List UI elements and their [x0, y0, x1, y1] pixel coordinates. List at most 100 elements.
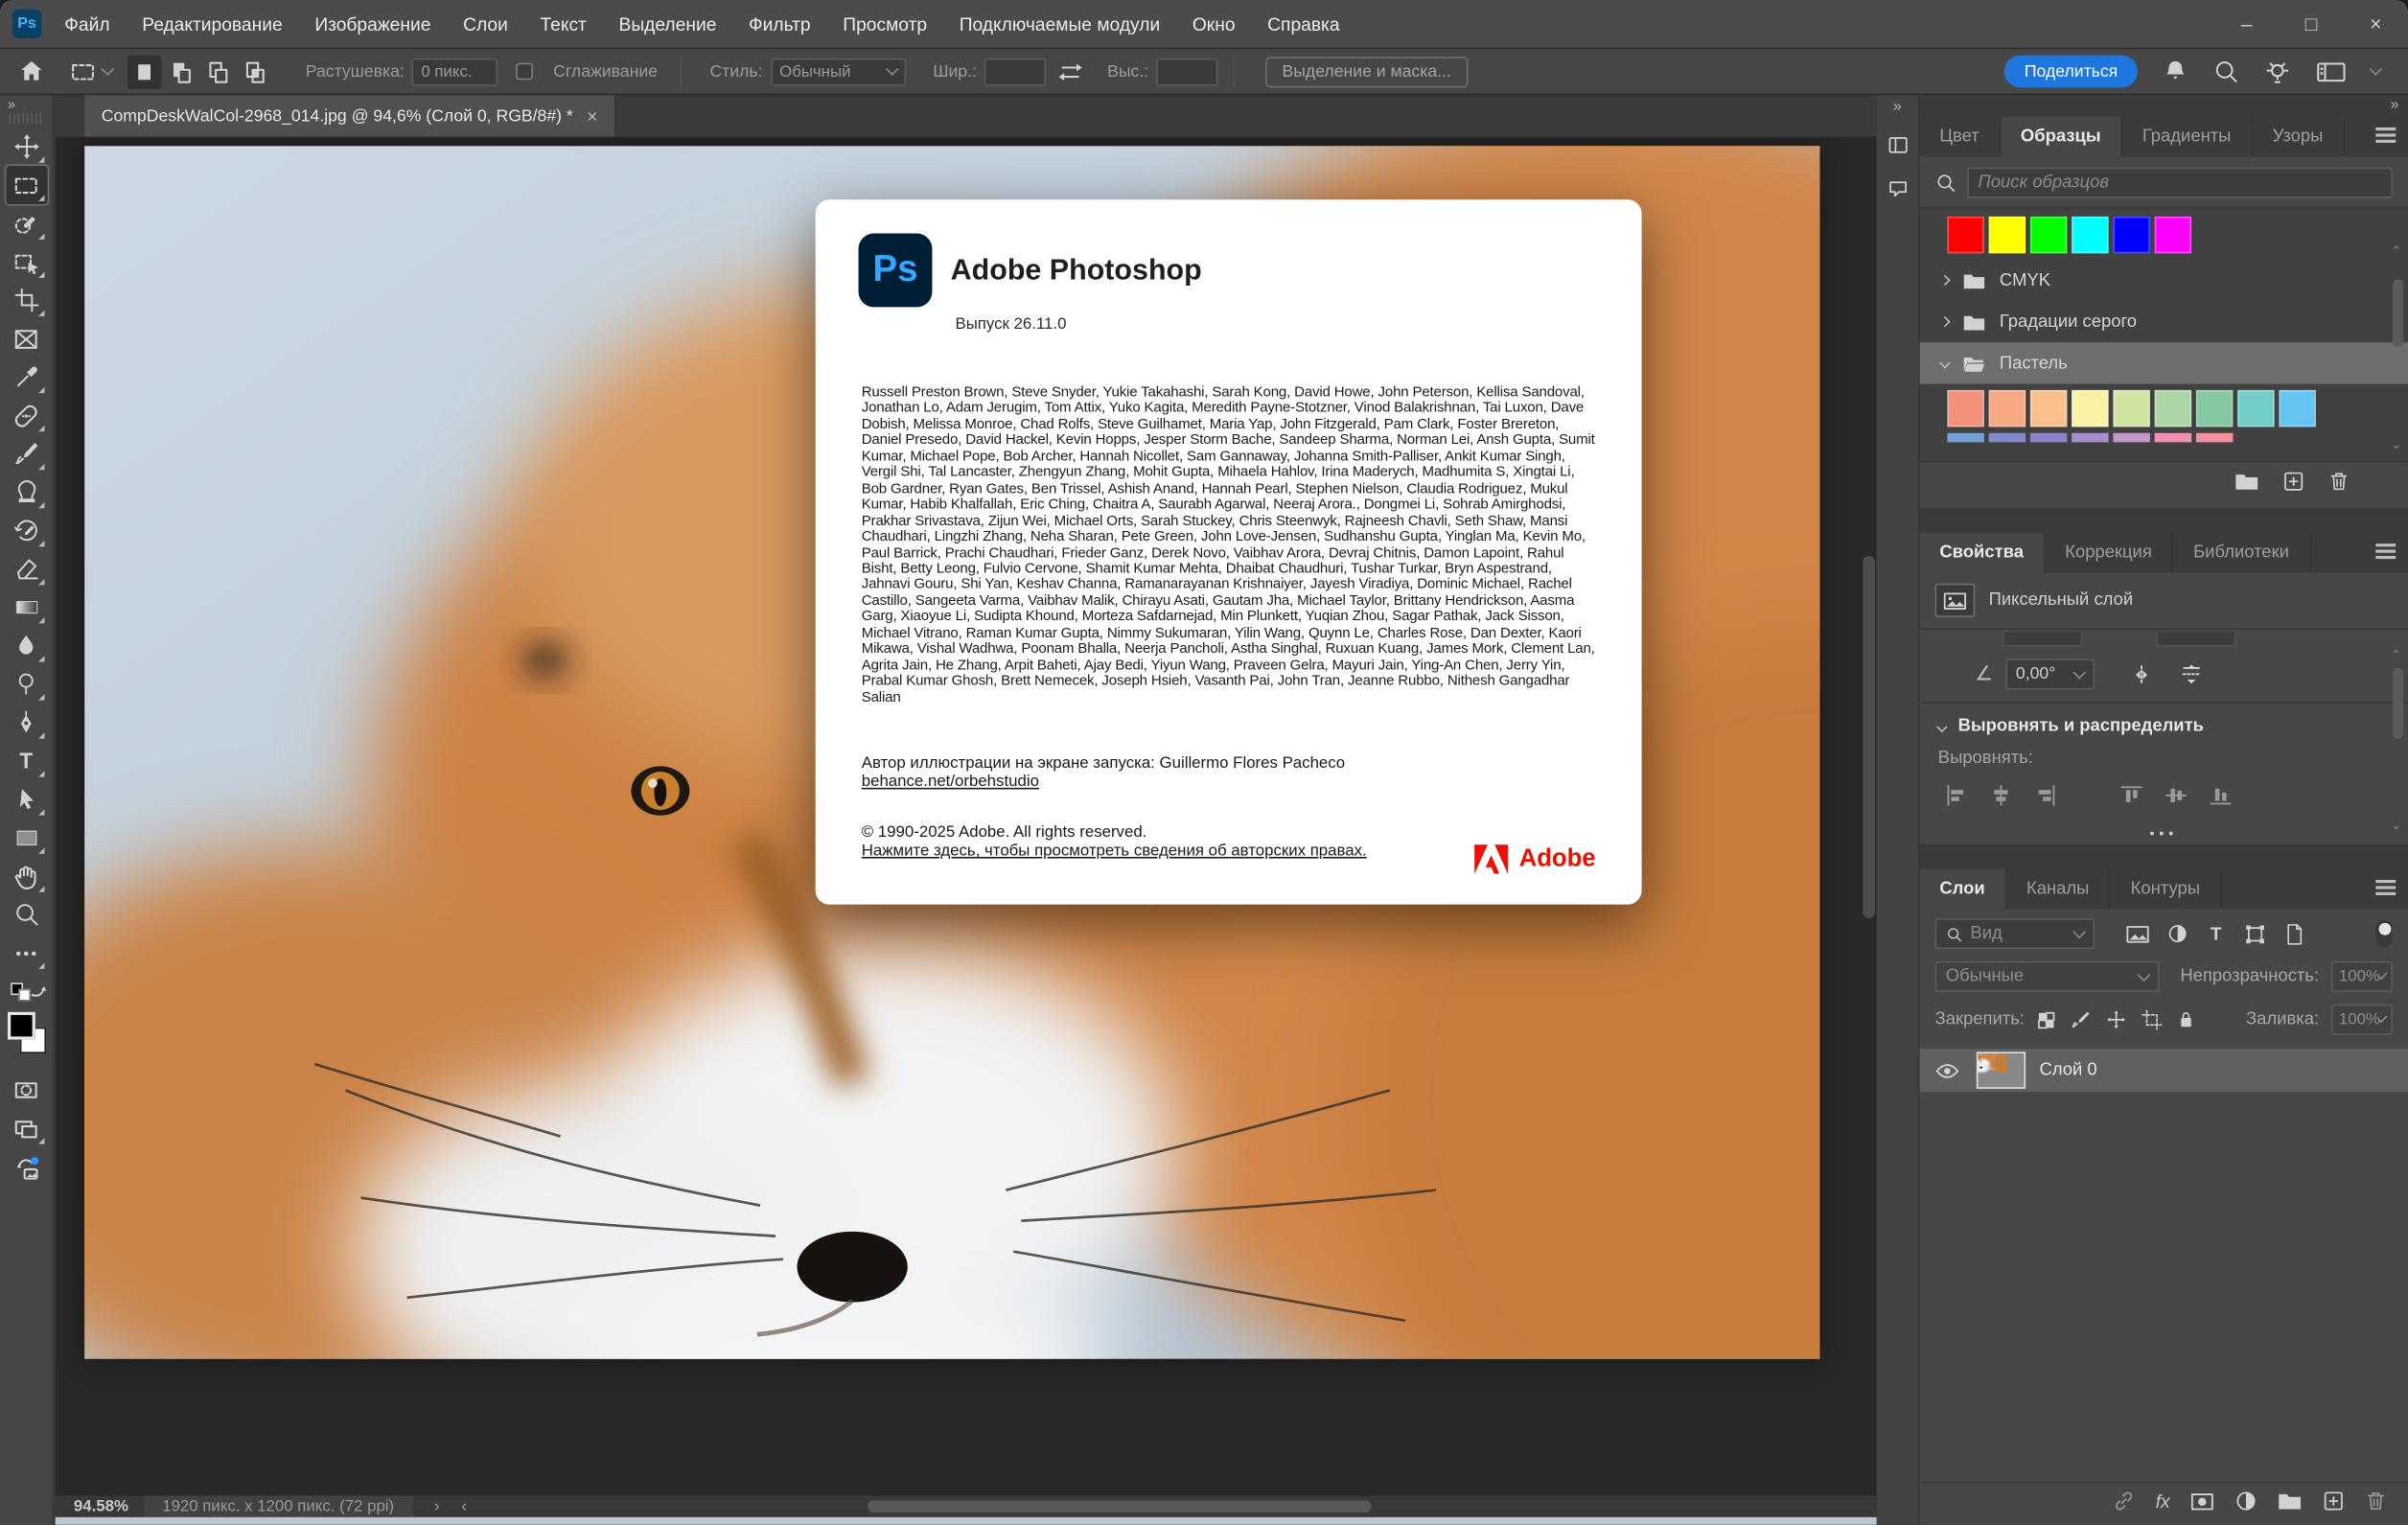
tab-gradients[interactable]: Градиенты	[2122, 117, 2253, 157]
color-swatch[interactable]	[2237, 390, 2274, 427]
opacity-input[interactable]: 100%	[2331, 961, 2393, 992]
color-swatch-partial[interactable]	[2113, 433, 2149, 443]
swap-dimensions-button[interactable]	[1052, 53, 1088, 89]
horizontal-scrollbar-thumb[interactable]	[868, 1500, 1371, 1513]
crop-tool[interactable]	[6, 281, 47, 319]
selection-brush-tool[interactable]	[6, 204, 47, 243]
menu-item[interactable]: Файл	[64, 13, 109, 35]
tab-color[interactable]: Цвет	[1920, 117, 2002, 157]
notifications-bell-icon[interactable]	[2163, 58, 2188, 84]
close-button[interactable]: ×	[2344, 0, 2408, 48]
tab-swatches[interactable]: Образцы	[2001, 117, 2122, 157]
swatches-scrollbar[interactable]: ⌃ ⌄	[2390, 209, 2405, 461]
color-swatch[interactable]	[2113, 390, 2149, 427]
menu-item[interactable]: Текст	[540, 13, 586, 35]
angle-input[interactable]: 0,00°	[2005, 659, 2095, 689]
color-swatch-partial[interactable]	[2072, 433, 2108, 443]
minimize-button[interactable]: –	[2214, 0, 2279, 48]
menu-item[interactable]: Изображение	[314, 13, 430, 35]
trash-icon[interactable]	[2328, 470, 2350, 493]
align-right-icon[interactable]	[2033, 783, 2058, 808]
tab-paths[interactable]: Контуры	[2111, 869, 2222, 910]
new-group-icon[interactable]	[2278, 1491, 2303, 1512]
more-tools-button[interactable]	[6, 934, 47, 972]
color-swatch[interactable]	[2279, 390, 2315, 427]
status-prev-icon[interactable]: ‹	[461, 1497, 467, 1515]
color-swatch-partial[interactable]	[1947, 433, 1983, 443]
subtract-selection-button[interactable]	[201, 55, 235, 88]
color-swatch[interactable]	[2072, 217, 2108, 253]
lock-artboard-icon[interactable]	[2142, 1009, 2163, 1030]
color-swatch[interactable]	[1947, 217, 1983, 253]
flip-horizontal-icon[interactable]	[2128, 662, 2154, 685]
scrollbar-thumb[interactable]	[2392, 280, 2402, 347]
color-swatch-partial[interactable]	[2196, 433, 2233, 443]
path-selection-tool[interactable]	[6, 780, 47, 819]
color-swatch[interactable]	[2155, 217, 2191, 253]
tool-preset-button[interactable]	[69, 58, 112, 85]
shape-tool[interactable]	[6, 819, 47, 857]
history-brush-tool[interactable]	[6, 511, 47, 549]
swatch-group-grayscale[interactable]: Градации серого	[1920, 301, 2408, 342]
object-selection-tool[interactable]	[6, 243, 47, 281]
add-selection-button[interactable]	[164, 55, 197, 88]
expand-dock-button[interactable]: »	[1893, 95, 1902, 120]
menu-item[interactable]: Фильтр	[749, 13, 811, 35]
fill-input[interactable]: 100%	[2331, 1005, 2393, 1035]
collapse-panels-button[interactable]: »	[2390, 97, 2398, 114]
home-button[interactable]	[12, 53, 51, 89]
color-swatch-partial[interactable]	[2030, 433, 2067, 443]
copyright-details-link[interactable]: Нажмите здесь, чтобы просмотреть сведени…	[862, 842, 1367, 860]
menu-item[interactable]: Окно	[1192, 13, 1236, 35]
filter-toggle-switch[interactable]	[2375, 920, 2393, 948]
link-layers-icon[interactable]	[2111, 1490, 2136, 1513]
move-tool[interactable]	[6, 127, 47, 166]
workspace-icon[interactable]	[2316, 59, 2347, 84]
tab-libraries[interactable]: Библиотеки	[2173, 533, 2310, 573]
blend-mode-dropdown[interactable]: Обычные	[1935, 961, 2159, 992]
new-group-folder-icon[interactable]	[2234, 472, 2259, 492]
quick-mask-button[interactable]	[6, 1071, 47, 1109]
align-left-icon[interactable]	[1944, 783, 1969, 808]
properties-scrollbar[interactable]: ⌃ ⌄	[2390, 650, 2405, 833]
gradient-tool[interactable]	[6, 589, 47, 627]
color-swatch[interactable]	[2155, 390, 2191, 427]
layer-row-selected[interactable]: Слой 0	[1920, 1049, 2408, 1092]
width-input[interactable]	[984, 58, 1046, 85]
screen-mode-button[interactable]	[6, 1109, 47, 1147]
blur-tool[interactable]	[6, 627, 47, 665]
filter-type-icon[interactable]: T	[2206, 923, 2227, 944]
layer-visibility-eye-icon[interactable]	[1935, 1060, 1960, 1080]
menu-item[interactable]: Слои	[463, 13, 508, 35]
frame-tool[interactable]	[6, 319, 47, 358]
scrollbar-thumb[interactable]	[2392, 668, 2402, 739]
discover-bulb-icon[interactable]	[2263, 58, 2291, 85]
default-colors-control[interactable]	[6, 982, 47, 1003]
panel-menu-icon[interactable]	[2375, 127, 2396, 143]
panel-menu-icon[interactable]	[2375, 880, 2396, 895]
comments-panel-button[interactable]	[1879, 169, 1915, 205]
color-swatch[interactable]	[2196, 390, 2233, 427]
share-button[interactable]: Поделиться	[2004, 56, 2138, 88]
antialias-checkbox[interactable]	[517, 63, 534, 81]
brush-tool[interactable]	[6, 434, 47, 473]
pen-tool[interactable]	[6, 704, 47, 742]
maximize-button[interactable]: □	[2279, 0, 2343, 48]
scroll-down-icon[interactable]: ⌄	[2391, 439, 2403, 451]
toolbar-grip[interactable]: ||||||||	[9, 115, 43, 127]
color-swatch[interactable]	[1989, 217, 2026, 253]
swatch-search-input[interactable]: Поиск образцов	[1967, 168, 2393, 198]
filter-smart-object-icon[interactable]	[2283, 922, 2304, 945]
menu-item[interactable]: Просмотр	[843, 13, 927, 35]
color-swatch-partial[interactable]	[2155, 433, 2191, 443]
menu-item[interactable]: Выделение	[619, 13, 717, 35]
search-icon[interactable]	[2213, 58, 2239, 84]
swatch-group-pastel[interactable]: Пастель	[1920, 342, 2408, 383]
filter-adjustment-icon[interactable]	[2166, 923, 2188, 944]
swatch-group-cmyk[interactable]: CMYK	[1920, 260, 2408, 301]
height-input[interactable]	[1156, 58, 1217, 85]
clone-stamp-tool[interactable]	[6, 473, 47, 511]
tab-properties[interactable]: Свойства	[1920, 533, 2046, 573]
color-swatch[interactable]	[1989, 390, 2026, 427]
align-center-h-icon[interactable]	[1989, 783, 2014, 808]
